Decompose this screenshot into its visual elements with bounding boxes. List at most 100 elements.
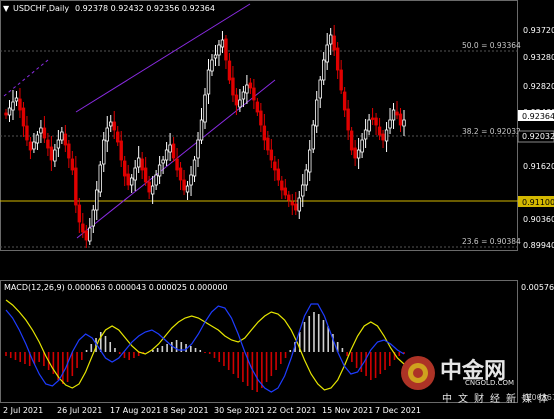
candle-body[interactable] [199,119,204,141]
candle-body[interactable] [315,99,319,127]
candle-body[interactable] [381,133,385,141]
candle-body[interactable] [311,124,315,150]
candle-body[interactable] [102,139,106,165]
candle-body[interactable] [346,108,350,131]
trading-chart[interactable]: 50.0 = 0.93364 38.2 = 0.92032 23.6 = 0.9… [0,0,554,419]
candle-body[interactable] [360,139,364,153]
candle-body[interactable] [335,47,340,71]
candle-body[interactable] [395,111,399,116]
candle-body[interactable] [150,185,155,195]
candle-body[interactable] [126,173,130,186]
candle-body[interactable] [182,179,186,191]
candle-body[interactable] [398,113,403,126]
candle-body[interactable] [56,139,61,149]
candle-body[interactable] [123,160,127,177]
candle-body[interactable] [388,119,392,129]
candle-body[interactable] [280,180,284,191]
candle-body[interactable] [213,54,218,59]
candle-body[interactable] [255,101,260,113]
candle-body[interactable] [84,230,88,241]
candle-body[interactable] [322,59,326,81]
candle-body[interactable] [91,209,95,227]
channel-upper-line[interactable] [75,3,251,113]
candle-body[interactable] [245,84,249,94]
candle-body[interactable] [42,127,47,139]
candle-body[interactable] [88,227,92,242]
candle-body[interactable] [210,59,214,72]
candle-body[interactable] [4,112,8,116]
candle-body[interactable] [220,39,225,48]
candle-body[interactable] [304,169,308,186]
candle-body[interactable] [192,159,197,177]
candle-body[interactable] [234,94,239,106]
candle-body[interactable] [161,159,165,164]
candle-body[interactable] [28,141,33,151]
candle-body[interactable] [175,158,179,171]
candle-body[interactable] [112,121,116,131]
candle-body[interactable] [328,34,333,45]
candle-body[interactable] [374,117,378,126]
candle-body[interactable] [21,107,26,127]
candle-body[interactable] [342,91,347,111]
candle-body[interactable] [273,161,277,171]
candle-body[interactable] [18,98,22,111]
candle-body[interactable] [224,38,228,61]
candle-body[interactable] [349,130,354,151]
candle-body[interactable] [269,149,274,161]
candle-body[interactable] [294,203,298,211]
candle-body[interactable] [14,97,19,102]
candle-body[interactable] [332,35,336,51]
candle-body[interactable] [109,121,113,127]
candle-body[interactable] [67,143,71,159]
candle-body[interactable] [49,146,54,161]
candle-body[interactable] [81,223,85,233]
candle-body[interactable] [196,139,200,159]
candle-body[interactable] [171,143,176,159]
candle-body[interactable] [238,99,242,108]
candle-body[interactable] [164,149,169,161]
candle-body[interactable] [157,164,162,177]
macd-signal-line[interactable] [5,299,405,391]
candle-body[interactable] [46,139,50,149]
candle-body[interactable] [339,69,343,91]
candle-body[interactable] [105,127,109,142]
candle-body[interactable] [241,91,246,100]
candle-body[interactable] [217,44,221,56]
candle-body[interactable] [262,125,267,141]
candle-body[interactable] [318,79,322,99]
window-arrow-icon[interactable]: ▼ [3,4,10,13]
candle-body[interactable] [363,129,368,140]
candle-body[interactable] [168,144,172,153]
candle-body[interactable] [11,101,15,111]
candle-body[interactable] [227,60,232,81]
candle-body[interactable] [308,149,312,173]
candle-body[interactable] [119,140,123,161]
candle-body[interactable] [276,168,281,181]
candle-body[interactable] [391,109,396,121]
candle-body[interactable] [136,157,141,168]
candle-body[interactable] [290,201,294,206]
candle-body[interactable] [129,177,134,186]
candle-body[interactable] [325,44,329,63]
candle-body[interactable] [25,125,29,141]
candle-body[interactable] [32,141,36,150]
candle-body[interactable] [384,129,389,142]
candle-body[interactable] [283,187,287,196]
candle-body[interactable] [206,69,211,95]
candle-body[interactable] [402,119,406,127]
candle-body[interactable] [133,167,137,181]
candle-body[interactable] [266,137,270,151]
macd-main-line[interactable] [5,303,405,393]
candle-body[interactable] [35,134,40,144]
candle-body[interactable] [353,147,357,159]
candle-body[interactable] [77,204,82,223]
candle-body[interactable] [98,164,102,193]
candle-body[interactable] [259,110,263,126]
candle-body[interactable] [377,126,382,136]
candle-body[interactable] [287,194,291,201]
candle-body[interactable] [231,77,235,96]
candle-body[interactable] [74,167,78,206]
candle-body[interactable] [60,131,64,141]
candle-body[interactable] [189,174,193,186]
candle-body[interactable] [63,133,68,146]
